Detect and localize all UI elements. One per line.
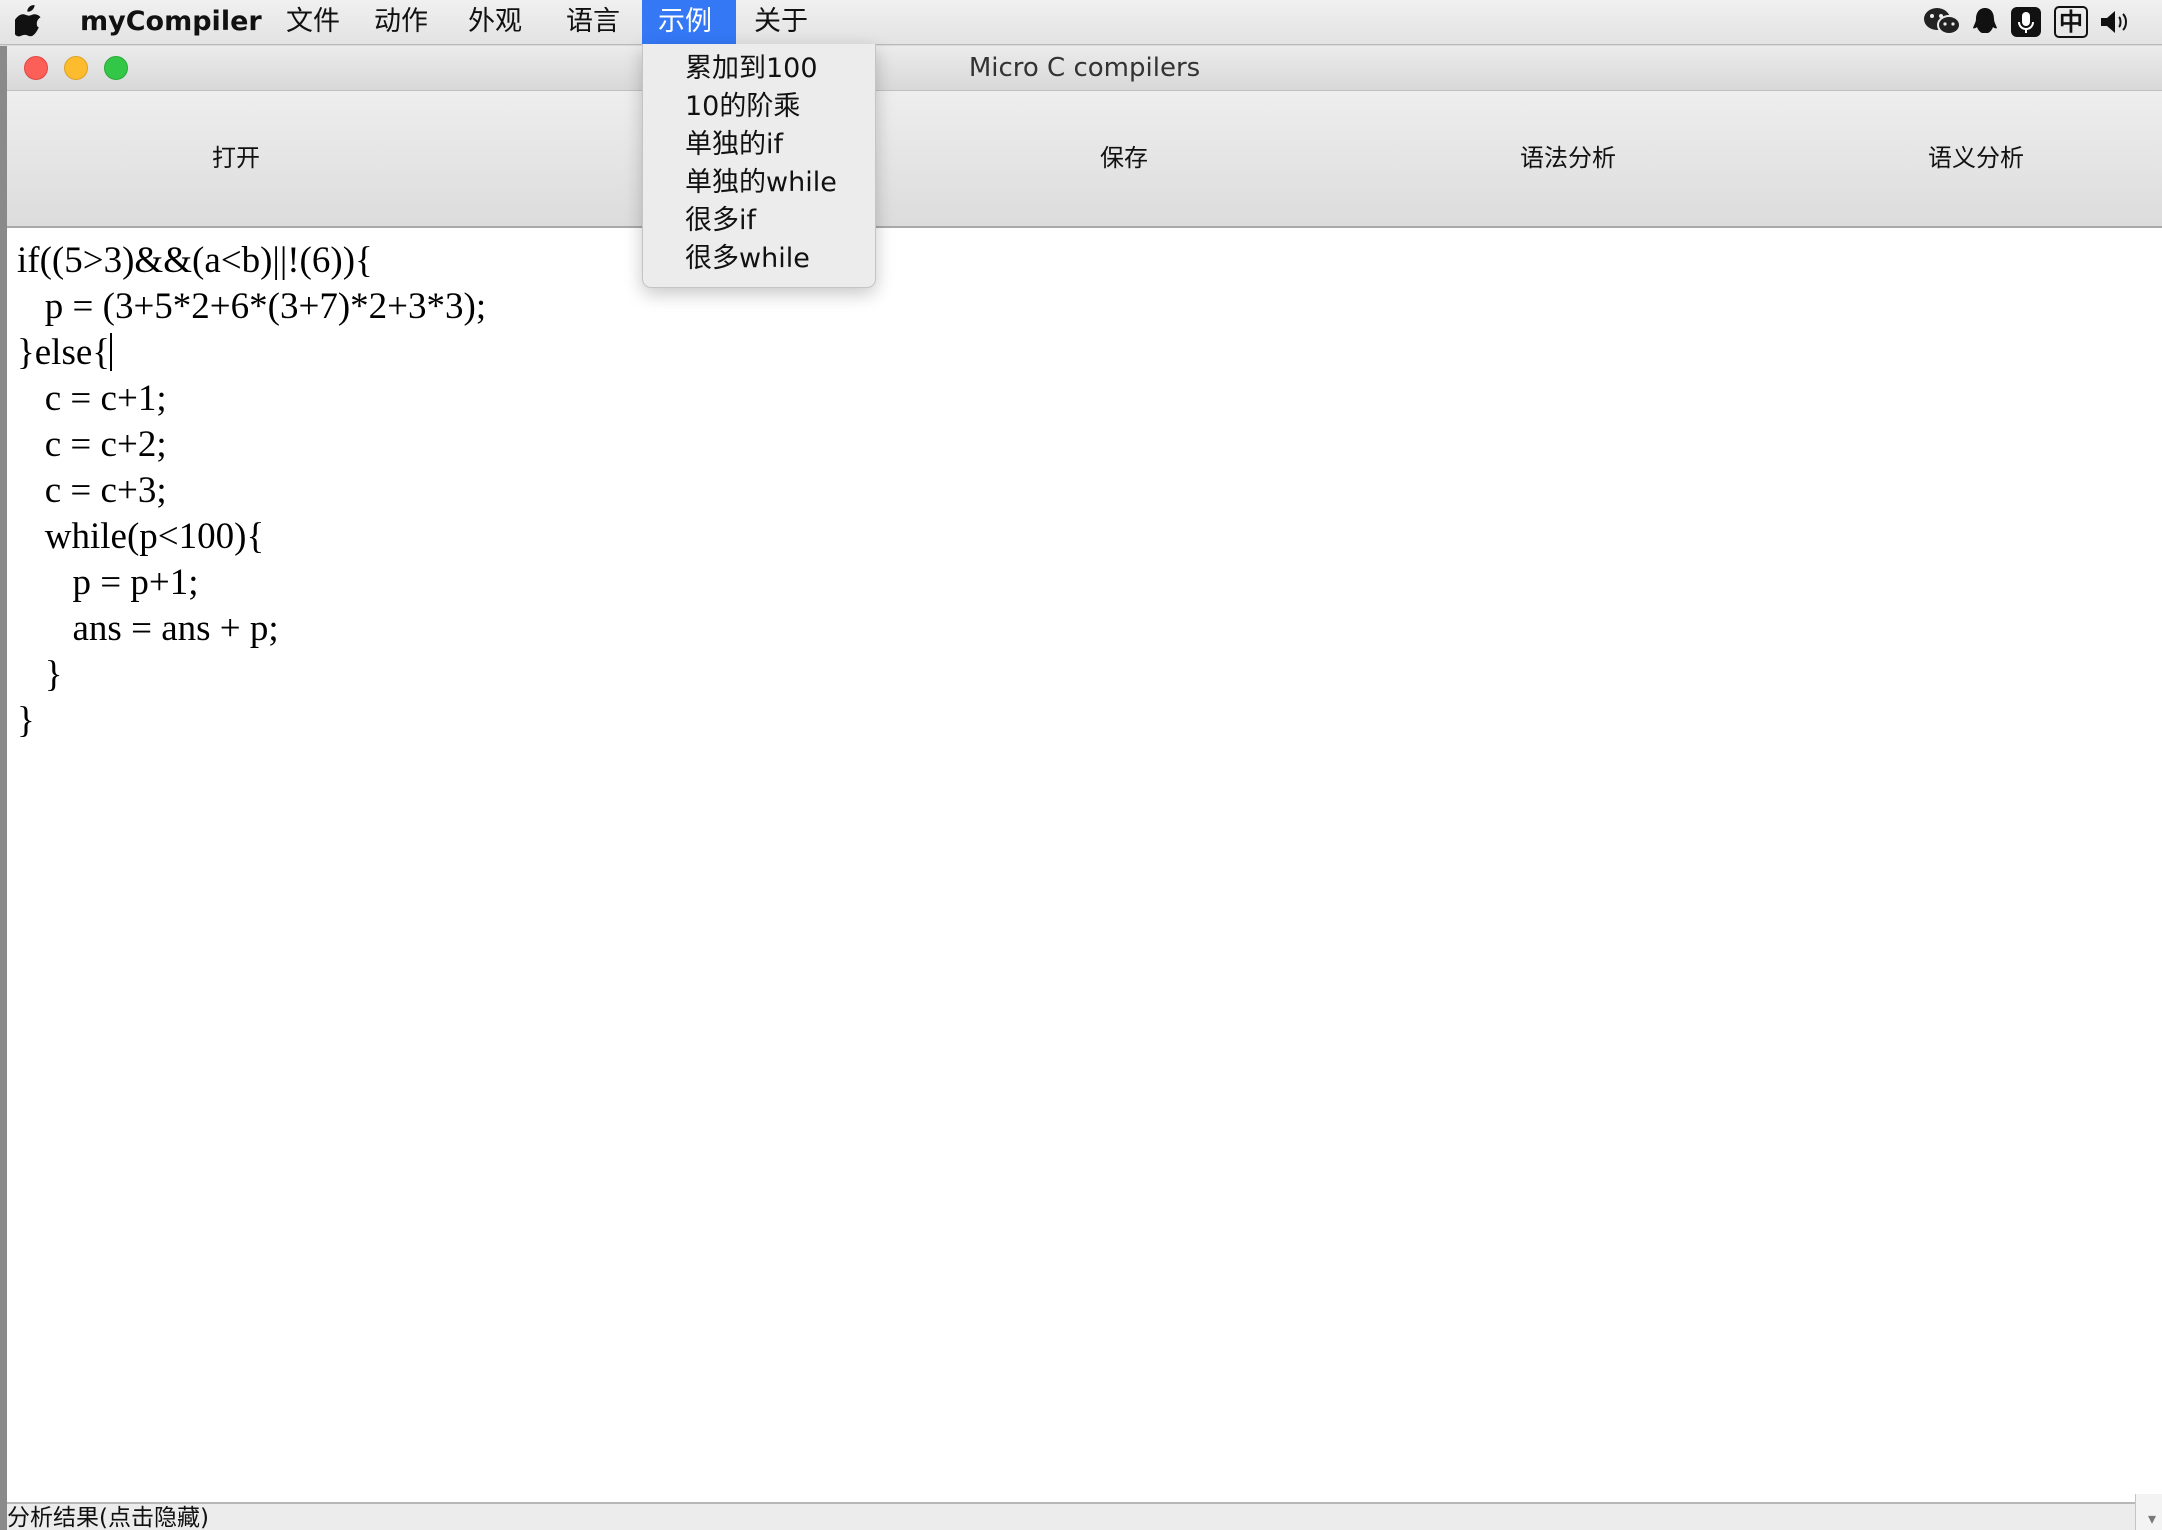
qq-icon[interactable]: [1972, 6, 1998, 38]
open-button[interactable]: 打开: [14, 91, 458, 226]
code-line: c = c+2;: [17, 424, 167, 465]
code-line: c = c+1;: [17, 378, 167, 419]
code-editor[interactable]: if((5>3)&&(a<b)||!(6)){ p = (3+5*2+6*(3+…: [7, 228, 2162, 1502]
menu-examples[interactable]: 示例: [642, 0, 736, 44]
text-caret: [110, 333, 113, 371]
apple-logo-icon[interactable]: [12, 3, 44, 41]
code-line: ans = ans + p;: [17, 608, 279, 649]
result-panel-label[interactable]: 分析结果(点击隐藏): [7, 1504, 209, 1530]
menu-about[interactable]: 关于: [738, 0, 824, 44]
dropdown-item-many-while[interactable]: 很多while: [643, 240, 875, 278]
semantic-analysis-button[interactable]: 语义分析: [1790, 91, 2162, 226]
code-line: while(p<100){: [17, 516, 265, 557]
code-line: if((5>3)&&(a<b)||!(6)){: [17, 240, 373, 281]
syntax-analysis-button[interactable]: 语法分析: [1346, 91, 1790, 226]
code-line: }: [17, 700, 35, 741]
app-name-menu[interactable]: myCompiler: [80, 0, 262, 44]
menu-bar: myCompiler 文件 动作 外观 语言 示例 关于 中: [0, 0, 2162, 45]
menu-language[interactable]: 语言: [550, 0, 636, 44]
save-button[interactable]: 保存: [902, 91, 1346, 226]
code-line: }else{: [17, 332, 111, 373]
code-text[interactable]: if((5>3)&&(a<b)||!(6)){ p = (3+5*2+6*(3+…: [17, 238, 486, 744]
dropdown-item-factorial-10[interactable]: 10的阶乘: [643, 88, 875, 126]
dropdown-item-sum-to-100[interactable]: 累加到100: [643, 50, 875, 88]
menu-file[interactable]: 文件: [270, 0, 356, 44]
dropdown-item-single-if[interactable]: 单独的if: [643, 126, 875, 164]
result-scrollbar[interactable]: ▾: [2135, 1494, 2162, 1530]
scroll-down-arrow-icon[interactable]: ▾: [2148, 1509, 2156, 1528]
code-line: p = (3+5*2+6*(3+7)*2+3*3);: [17, 286, 487, 327]
wechat-icon[interactable]: [1922, 6, 1962, 38]
examples-dropdown: 累加到100 10的阶乘 单独的if 单独的while 很多if 很多while: [642, 44, 876, 288]
menu-action[interactable]: 动作: [358, 0, 444, 44]
toolbar: 打开 保存 语法分析 语义分析: [7, 91, 2162, 228]
input-method-icon[interactable]: 中: [2054, 6, 2088, 38]
app-window: Micro C compilers 打开 保存 语法分析 语义分析 if((5>…: [7, 46, 2162, 1530]
code-line: c = c+3;: [17, 470, 167, 511]
title-bar[interactable]: Micro C compilers: [7, 46, 2162, 91]
microphone-icon[interactable]: [2010, 6, 2042, 38]
window-title: Micro C compilers: [968, 53, 1201, 83]
desktop-edge: [0, 46, 7, 1530]
dropdown-item-single-while[interactable]: 单独的while: [643, 164, 875, 202]
dropdown-item-many-if[interactable]: 很多if: [643, 202, 875, 240]
volume-icon[interactable]: [2098, 6, 2134, 38]
code-line: }: [17, 654, 63, 695]
code-line: p = p+1;: [17, 562, 199, 603]
menu-appearance[interactable]: 外观: [452, 0, 538, 44]
result-panel-toggle[interactable]: 分析结果(点击隐藏): [7, 1502, 2162, 1530]
